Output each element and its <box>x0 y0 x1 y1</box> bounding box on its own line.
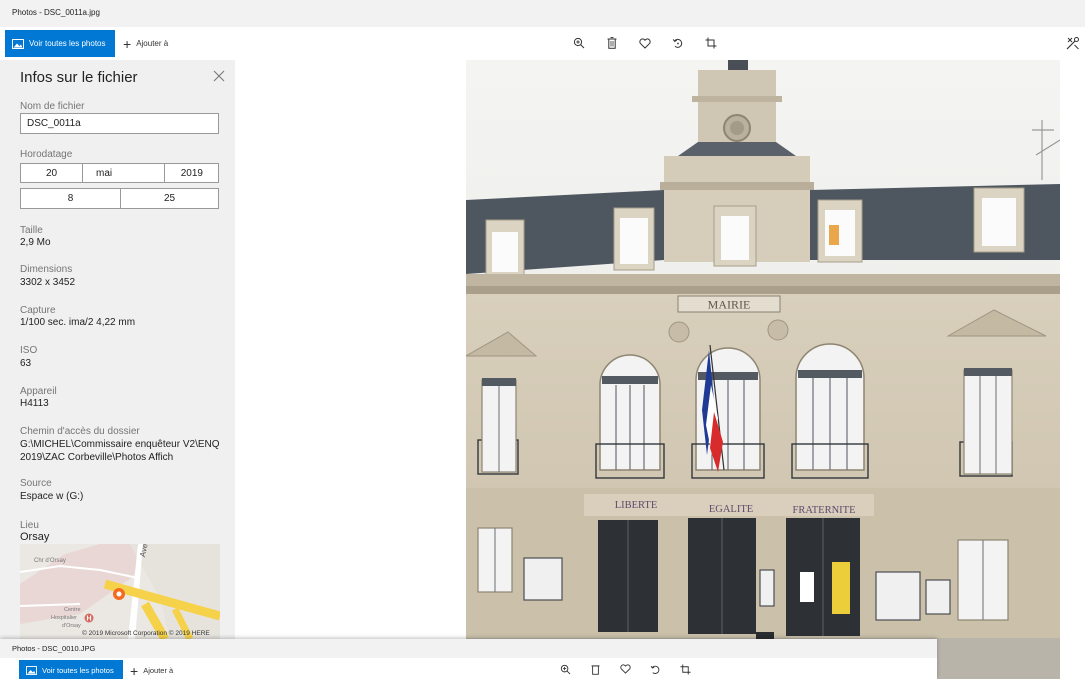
size-label: Taille <box>20 225 43 236</box>
favorite-button[interactable] <box>637 34 653 52</box>
map-copyright: © 2019 Microsoft Corporation © 2019 HERE <box>82 630 210 637</box>
view-all-photos-label: Voir toutes les photos <box>29 39 106 48</box>
title-bar[interactable]: Photos - DSC_0011a.jpg <box>0 0 1085 27</box>
window-title: Photos - DSC_0011a.jpg <box>12 8 100 17</box>
second-zoom-button[interactable] <box>558 662 572 676</box>
file-info-panel: Infos sur le fichier Nom de fichier DSC_… <box>0 60 235 639</box>
source-value: Espace w (G:) <box>20 491 84 502</box>
zoom-in-icon <box>573 37 585 49</box>
filename-value: DSC_0011a <box>27 118 81 129</box>
plus-icon: + <box>130 662 139 679</box>
second-view-all-photos-label: Voir toutes les photos <box>42 666 114 675</box>
dimensions-label: Dimensions <box>20 264 73 275</box>
photos-icon <box>26 666 37 675</box>
second-favorite-button[interactable] <box>618 662 632 676</box>
toolbar: Voir toutes les photos + Ajouter à <box>0 27 1085 60</box>
edit-create-button[interactable] <box>1065 34 1081 52</box>
motto-fraternite: FRATERNITE <box>793 505 856 516</box>
map-hospital-line2: Hospitalier <box>51 615 77 621</box>
crop-icon <box>679 663 691 675</box>
iso-label: ISO <box>20 345 38 356</box>
capture-label: Capture <box>20 305 56 316</box>
timestamp-label: Horodatage <box>20 149 73 160</box>
view-all-photos-button[interactable]: Voir toutes les photos <box>5 30 115 57</box>
svg-text:H: H <box>86 616 91 623</box>
photo-viewer-image[interactable]: MAIRIE LIBERTE EGALITE FRATERNITE <box>466 60 1060 679</box>
folder-path-line2[interactable]: 2019\ZAC Corbeville\Photos Affich <box>20 451 173 464</box>
second-window-title: Photos - DSC_0010.JPG <box>12 644 96 653</box>
plus-icon: + <box>123 35 132 52</box>
hour-field[interactable]: 8 <box>20 188 121 209</box>
map-hospital-line1: Centre <box>64 607 81 613</box>
map-hospital-line3: d'Orsay <box>62 623 81 629</box>
second-view-all-photos-button[interactable]: Voir toutes les photos <box>19 660 123 679</box>
size-value: 2,9 Mo <box>20 237 51 248</box>
second-image-tools <box>558 662 692 676</box>
motto-egalite: EGALITE <box>709 504 753 515</box>
filename-label: Nom de fichier <box>20 101 85 112</box>
zoom-in-icon <box>560 664 570 674</box>
hospital-icon: H <box>84 613 94 623</box>
second-title-bar[interactable]: Photos - DSC_0010.JPG <box>0 639 937 658</box>
image-tools <box>571 34 719 52</box>
map-place-label: Chr d'Orsay <box>34 558 66 564</box>
add-to-label: Ajouter à <box>136 39 169 48</box>
location-value: Orsay <box>20 531 50 543</box>
sign-mairie: MAIRIE <box>708 298 751 312</box>
device-value: H4113 <box>20 398 49 409</box>
rotate-icon <box>672 38 683 48</box>
capture-value: 1/100 sec. ima/2 4,22 mm <box>20 317 136 328</box>
second-crop-button[interactable] <box>678 662 692 676</box>
heart-icon <box>639 37 651 49</box>
day-value: 20 <box>45 167 58 179</box>
delete-button[interactable] <box>604 34 620 52</box>
photos-app-window: Photos - DSC_0011a.jpg Voir toutes les p… <box>0 0 1085 679</box>
location-map[interactable]: Chr d'Orsay Avenue du Centre Hospitalier… <box>20 544 220 639</box>
crop-button[interactable] <box>703 34 719 52</box>
trash-icon <box>607 37 617 49</box>
edit-create-icon <box>1066 37 1079 50</box>
panel-title: Infos sur le fichier <box>20 69 138 86</box>
zoom-button[interactable] <box>571 34 587 52</box>
add-to-button[interactable]: + Ajouter à <box>123 30 168 57</box>
month-field[interactable]: mai <box>82 163 165 183</box>
folder-path-line1[interactable]: G:\MICHEL\Commissaire enquêteur V2\ENQ <box>20 438 220 451</box>
year-field[interactable]: 2019 <box>164 163 219 183</box>
dimensions-value: 3302 x 3452 <box>20 277 76 288</box>
rotate-icon <box>650 665 659 674</box>
month-value: mai <box>96 167 113 179</box>
iso-value: 63 <box>20 358 32 369</box>
close-panel-button[interactable] <box>211 68 227 84</box>
close-icon <box>213 70 225 82</box>
motto-liberte: LIBERTE <box>615 500 658 511</box>
crop-icon <box>705 37 717 49</box>
photos-icon <box>12 38 24 49</box>
trash-icon <box>590 664 600 675</box>
second-add-to-button[interactable]: + Ajouter à <box>130 660 173 679</box>
second-rotate-button[interactable] <box>648 662 662 676</box>
minute-field[interactable]: 25 <box>120 188 219 209</box>
device-label: Appareil <box>20 386 57 397</box>
town-hall-photo: MAIRIE LIBERTE EGALITE FRATERNITE <box>466 60 1060 679</box>
source-label: Source <box>20 478 52 489</box>
second-delete-button[interactable] <box>588 662 602 676</box>
minute-value: 25 <box>163 193 176 204</box>
location-label: Lieu <box>20 520 39 531</box>
filename-input[interactable]: DSC_0011a <box>20 113 219 134</box>
second-photos-window[interactable]: Photos - DSC_0010.JPG Voir toutes les ph… <box>0 639 937 679</box>
map-pin-icon <box>113 588 125 600</box>
hour-value: 8 <box>67 193 74 204</box>
folder-path-label: Chemin d'accès du dossier <box>20 426 140 437</box>
day-field[interactable]: 20 <box>20 163 83 183</box>
second-toolbar: Voir toutes les photos + Ajouter à <box>0 658 937 679</box>
rotate-button[interactable] <box>670 34 686 52</box>
year-value: 2019 <box>180 167 203 179</box>
second-add-to-label: Ajouter à <box>143 666 174 675</box>
heart-icon <box>619 664 631 674</box>
